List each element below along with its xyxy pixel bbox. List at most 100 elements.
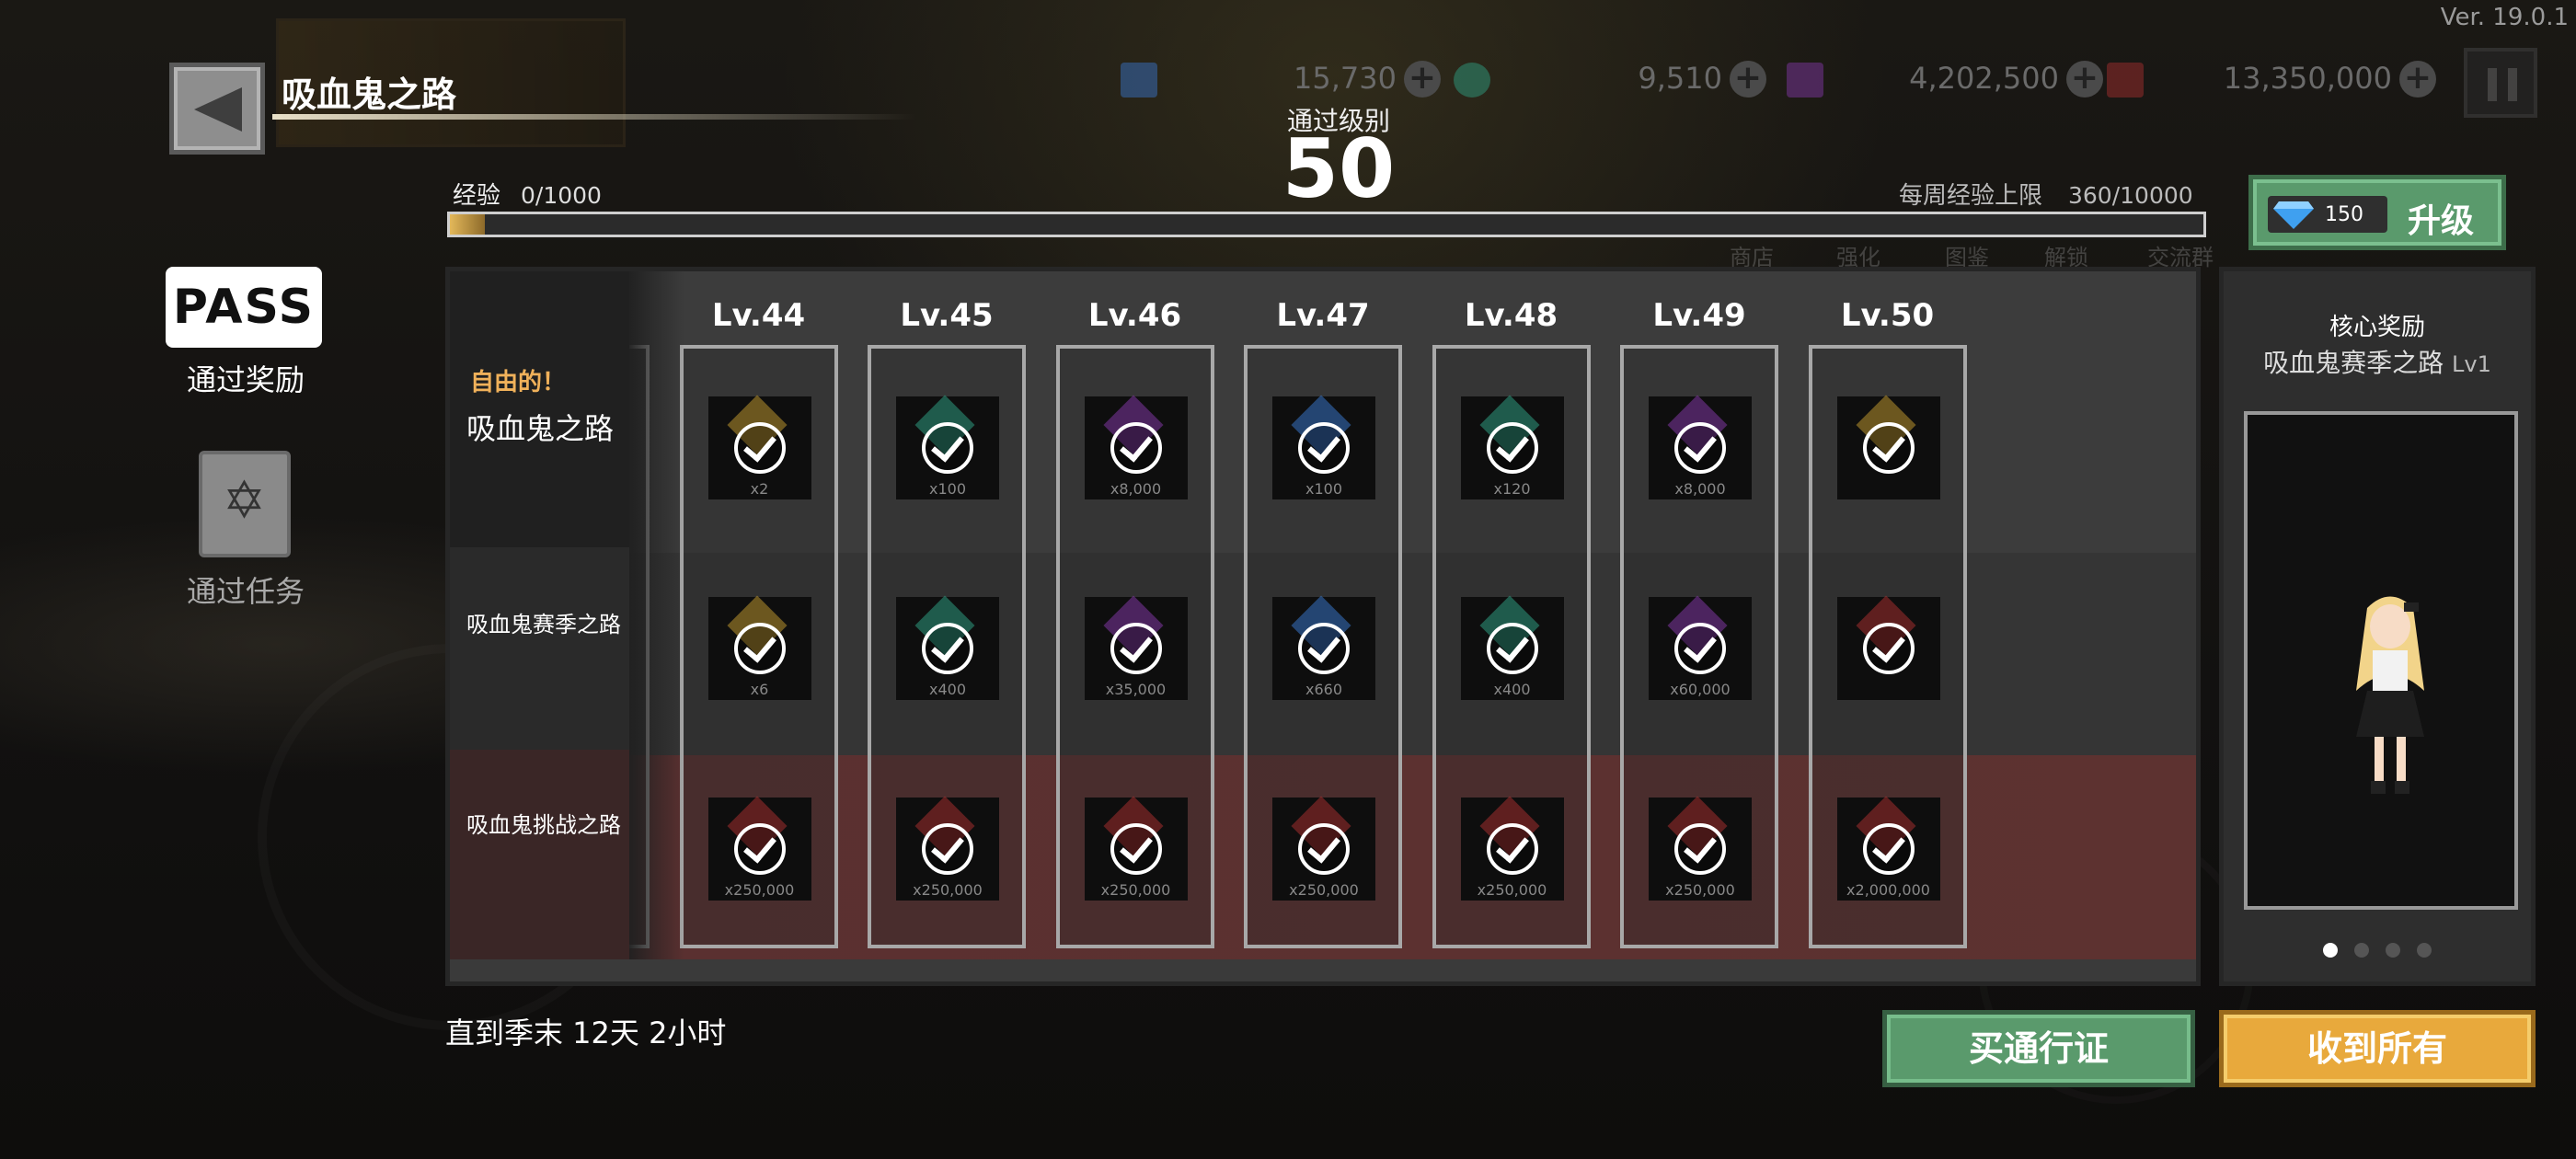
page-title: 吸血鬼之路 bbox=[282, 75, 457, 115]
claimed-check-icon bbox=[1862, 623, 1915, 674]
level-column[interactable]: x8,000 x60,000 x250,000 bbox=[1620, 345, 1778, 948]
pager-dot[interactable] bbox=[2354, 943, 2369, 958]
level-column[interactable]: x120 x400 x250,000 bbox=[1432, 345, 1591, 948]
claimed-check-icon bbox=[1862, 422, 1915, 474]
crystal-icon bbox=[1787, 63, 1823, 98]
reward-slot[interactable]: x400 bbox=[1460, 595, 1564, 700]
reward-slot[interactable]: x100 bbox=[896, 395, 999, 499]
reward-slot[interactable]: x250,000 bbox=[1084, 796, 1188, 901]
reward-quantity: x120 bbox=[1493, 480, 1531, 498]
claimed-check-icon bbox=[922, 623, 973, 674]
back-arrow-icon bbox=[194, 87, 242, 132]
reward-slot[interactable] bbox=[1836, 395, 1940, 499]
reward-quantity: x100 bbox=[1305, 480, 1342, 498]
back-button[interactable] bbox=[169, 63, 265, 155]
reward-slot[interactable]: x250,000 bbox=[1272, 796, 1375, 901]
level-header: Lv.49 bbox=[1652, 297, 1746, 334]
exp-progress-fill bbox=[450, 214, 486, 235]
nav-pass-rewards-label: 通过奖励 bbox=[186, 362, 305, 397]
reward-slot[interactable] bbox=[1836, 595, 1940, 700]
reward-slot[interactable]: x400 bbox=[896, 595, 999, 700]
level-column[interactable]: x100 x400 x250,000 bbox=[868, 345, 1026, 948]
pass-badge-icon: PASS bbox=[166, 267, 322, 348]
reward-quantity: x2,000,000 bbox=[1846, 881, 1930, 899]
reward-quantity: x250,000 bbox=[724, 881, 795, 899]
claimed-check-icon bbox=[1298, 422, 1350, 474]
reward-slot[interactable]: x2,000,000 bbox=[1836, 796, 1940, 901]
currency-crystal: 4,202,500 + bbox=[1787, 61, 2103, 99]
claimed-check-icon bbox=[922, 422, 973, 474]
upgrade-cost: 150 bbox=[2268, 196, 2387, 233]
reward-slot[interactable]: x250,000 bbox=[1460, 796, 1564, 901]
reward-quantity: x400 bbox=[1493, 681, 1531, 698]
reward-quantity: x100 bbox=[928, 480, 966, 498]
reward-slot[interactable]: x8,000 bbox=[1084, 395, 1188, 499]
level-column[interactable]: x2,000,000 bbox=[1808, 345, 1967, 948]
free-tag: 自由的！ bbox=[470, 369, 567, 396]
gem-icon bbox=[2273, 201, 2314, 229]
currency-value: 15,730 bbox=[1294, 61, 1397, 96]
pause-button[interactable] bbox=[2464, 48, 2537, 118]
core-reward-pager[interactable] bbox=[2224, 943, 2531, 961]
upgrade-cost-value: 150 bbox=[2325, 203, 2363, 226]
reward-quantity: x35,000 bbox=[1105, 681, 1167, 698]
pager-dot[interactable] bbox=[2386, 943, 2400, 958]
reward-slot[interactable]: x6 bbox=[707, 595, 811, 700]
add-token-button[interactable]: + bbox=[1730, 61, 1766, 98]
reward-quantity: x2 bbox=[750, 480, 769, 498]
reward-slot[interactable]: x2 bbox=[707, 395, 811, 499]
level-column[interactable]: x8,000 x35,000 x250,000 bbox=[1055, 345, 1214, 948]
pass-level-value: 50 bbox=[1282, 121, 1396, 216]
claimed-check-icon bbox=[922, 823, 973, 875]
title-underline bbox=[272, 114, 916, 120]
buy-pass-button[interactable]: 买通行证 bbox=[1882, 1010, 2195, 1087]
add-gem-button[interactable]: + bbox=[1404, 61, 1441, 98]
reward-slot[interactable]: x100 bbox=[1272, 395, 1375, 499]
claimed-check-icon bbox=[1674, 823, 1726, 875]
reward-slot[interactable]: x120 bbox=[1460, 395, 1564, 499]
reward-slot[interactable]: x250,000 bbox=[1649, 796, 1752, 901]
track-labels: 自由的！ 吸血鬼之路 吸血鬼赛季之路 吸血鬼挑战之路 bbox=[450, 271, 684, 959]
claimed-check-icon bbox=[1674, 623, 1726, 674]
core-reward-preview[interactable] bbox=[2244, 411, 2518, 910]
reward-slot[interactable]: x60,000 bbox=[1649, 595, 1752, 700]
reward-quantity: x250,000 bbox=[1477, 881, 1547, 899]
upgrade-button[interactable]: 150 升级 bbox=[2248, 175, 2506, 250]
nav-pass-rewards[interactable]: PASS 通过奖励 bbox=[164, 267, 328, 397]
claimed-check-icon bbox=[733, 623, 786, 674]
reward-slot[interactable]: x660 bbox=[1272, 595, 1375, 700]
vampire-character-sprite bbox=[2356, 596, 2424, 794]
currency-value: 9,510 bbox=[1638, 61, 1722, 96]
add-blood-button[interactable]: + bbox=[2399, 61, 2436, 98]
level-header: Lv.46 bbox=[1087, 297, 1182, 334]
level-column[interactable]: x100 x660 x250,000 bbox=[1244, 345, 1402, 948]
reward-quantity: x660 bbox=[1305, 681, 1342, 698]
claimed-check-icon bbox=[733, 422, 786, 474]
blood-icon bbox=[2107, 63, 2144, 98]
claimed-check-icon bbox=[1110, 623, 1162, 674]
claim-all-button[interactable]: 收到所有 bbox=[2219, 1010, 2536, 1087]
task-book-icon: ✡ bbox=[199, 451, 291, 557]
add-crystal-button[interactable]: + bbox=[2066, 61, 2103, 98]
claimed-check-icon bbox=[1486, 623, 1538, 674]
reward-quantity: x250,000 bbox=[913, 881, 983, 899]
claimed-check-icon bbox=[1110, 422, 1162, 474]
reward-slot[interactable]: x8,000 bbox=[1649, 395, 1752, 499]
reward-track-panel[interactable]: 4200Lv.43x8,000x35,000x250,000Lv.44x2x6x… bbox=[445, 267, 2201, 986]
claimed-check-icon bbox=[1298, 623, 1350, 674]
nav-pass-tasks[interactable]: ✡ 通过任务 bbox=[164, 451, 328, 609]
claimed-check-icon bbox=[1110, 823, 1162, 875]
core-reward-name-text: 吸血鬼赛季之路 bbox=[2263, 348, 2444, 378]
pager-dot[interactable] bbox=[2323, 943, 2338, 958]
reward-slot[interactable]: x250,000 bbox=[707, 796, 811, 901]
battle-pass-screen: Ver. 19.0.1 吸血鬼之路 15,730 +9,510 +4,202,500… bbox=[0, 0, 2576, 1159]
reward-quantity: x400 bbox=[928, 681, 966, 698]
exp-label: 经验 bbox=[453, 182, 501, 210]
reward-slot[interactable]: x250,000 bbox=[896, 796, 999, 901]
level-column[interactable]: x2 x6 x250,000 bbox=[679, 345, 838, 948]
reward-quantity: x250,000 bbox=[1289, 881, 1359, 899]
reward-slot[interactable]: x35,000 bbox=[1084, 595, 1188, 700]
reward-quantity: x8,000 bbox=[1110, 480, 1162, 498]
pager-dot[interactable] bbox=[2417, 943, 2432, 958]
version-label: Ver. 19.0.1 bbox=[2440, 4, 2569, 31]
